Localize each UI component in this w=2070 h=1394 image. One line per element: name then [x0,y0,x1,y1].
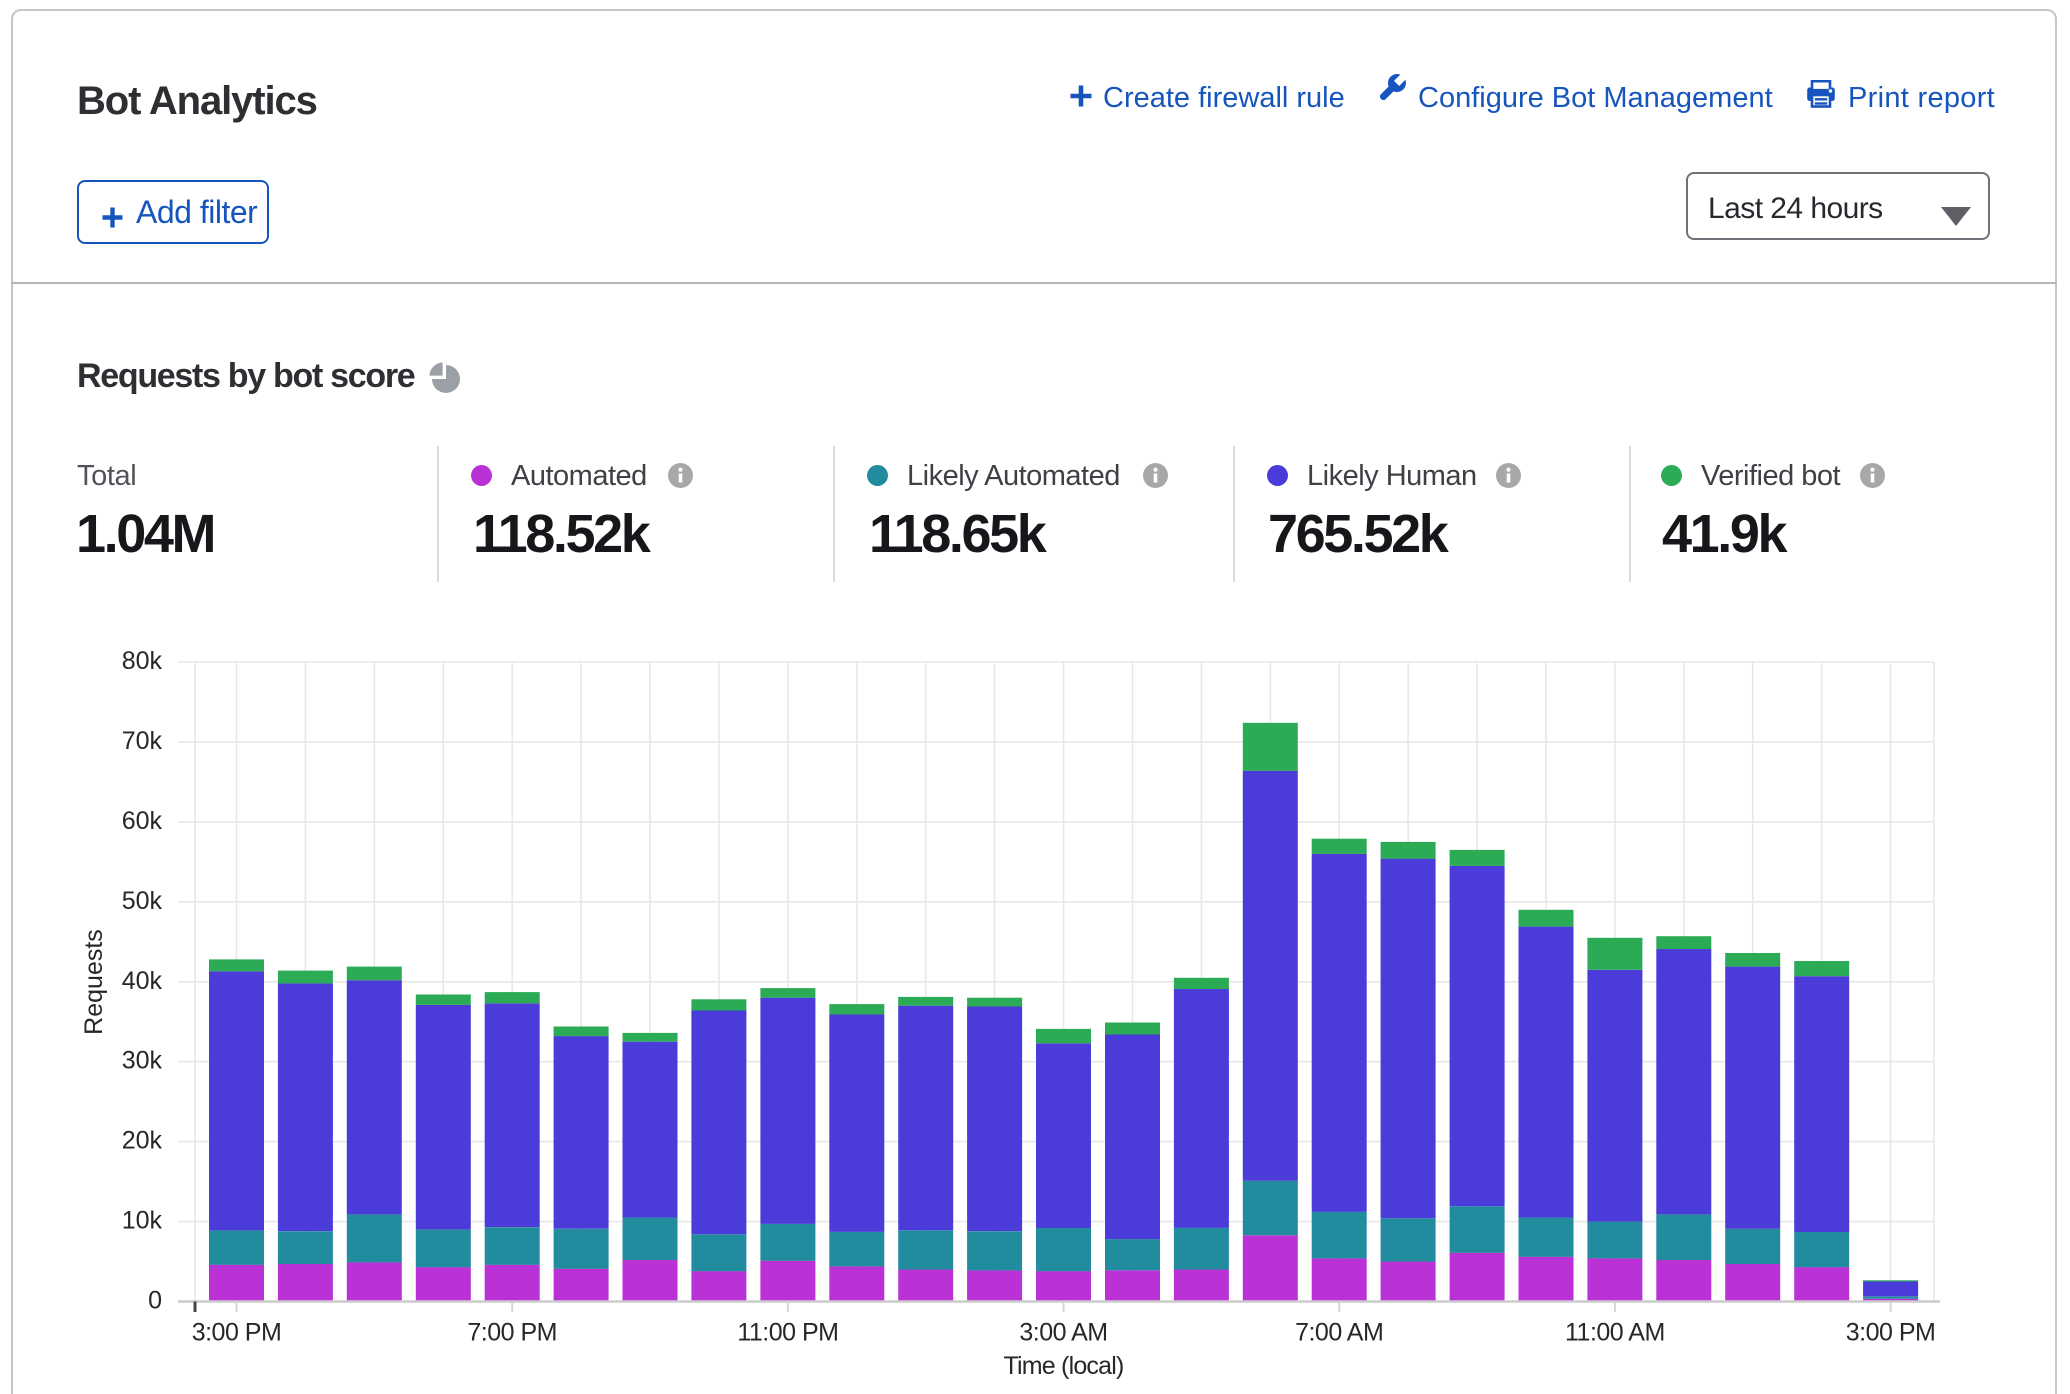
svg-text:Requests: Requests [80,929,108,1035]
svg-text:70k: 70k [122,727,163,755]
svg-text:0: 0 [148,1287,162,1315]
svg-text:20k: 20k [122,1127,163,1155]
svg-text:Time (local): Time (local) [1003,1352,1123,1380]
svg-text:50k: 50k [122,887,163,915]
svg-text:3:00 PM: 3:00 PM [1846,1319,1936,1347]
svg-text:60k: 60k [122,807,163,835]
svg-text:80k: 80k [122,647,163,675]
svg-text:3:00 AM: 3:00 AM [1019,1319,1107,1347]
svg-text:30k: 30k [122,1047,163,1075]
svg-text:7:00 PM: 7:00 PM [467,1319,557,1347]
svg-text:11:00 AM: 11:00 AM [1565,1319,1665,1347]
svg-text:10k: 10k [122,1207,163,1235]
svg-text:40k: 40k [122,967,163,995]
svg-text:3:00 PM: 3:00 PM [192,1319,282,1347]
svg-text:7:00 AM: 7:00 AM [1295,1319,1383,1347]
svg-text:11:00 PM: 11:00 PM [737,1319,838,1347]
